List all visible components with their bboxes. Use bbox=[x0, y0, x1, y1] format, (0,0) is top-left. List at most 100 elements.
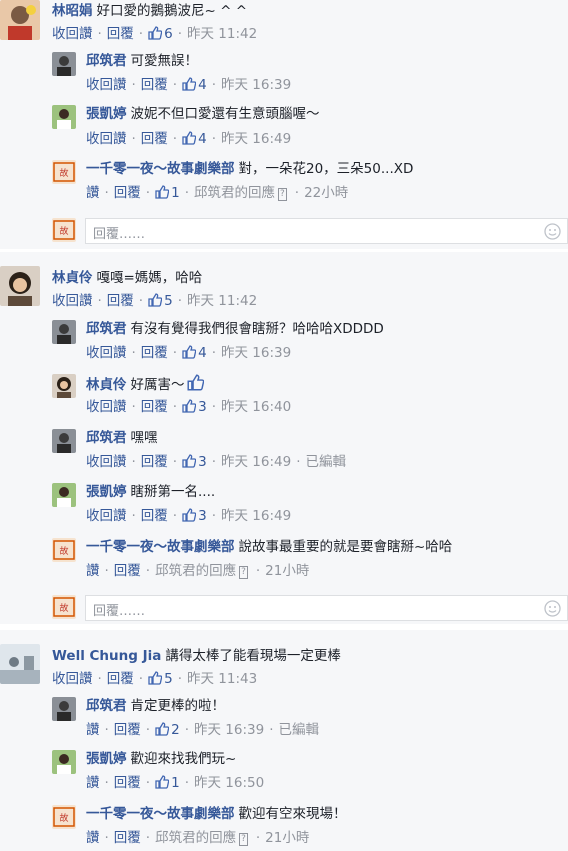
comment-author[interactable]: 林昭娟 bbox=[52, 3, 93, 19]
like-button[interactable]: 讚 bbox=[86, 722, 100, 738]
unlike-button[interactable]: 收回讚 bbox=[52, 26, 93, 42]
avatar[interactable] bbox=[52, 52, 76, 76]
help-icon[interactable]: ? bbox=[277, 188, 287, 201]
reply-author[interactable]: 邱筑君 bbox=[86, 321, 127, 337]
timestamp[interactable]: 昨天 16:39 bbox=[221, 345, 291, 361]
reply-text: 嘿嘿 bbox=[130, 430, 158, 446]
edited-label[interactable]: 已編輯 bbox=[278, 722, 319, 738]
page-avatar[interactable]: 故 bbox=[52, 805, 76, 829]
avatar[interactable] bbox=[52, 374, 76, 398]
timestamp[interactable]: 昨天 16:50 bbox=[194, 775, 264, 791]
reply-to-link[interactable]: 邱筑君的回應 bbox=[194, 185, 275, 201]
comment-author[interactable]: Well Chung Jia bbox=[52, 648, 161, 664]
reply-button[interactable]: 回覆 bbox=[114, 722, 141, 738]
reply-author[interactable]: 張凱婷 bbox=[86, 751, 127, 767]
timestamp[interactable]: 21小時 bbox=[265, 830, 309, 846]
reply-placeholder: 回覆…… bbox=[93, 227, 146, 242]
page-avatar[interactable]: 故 bbox=[52, 538, 76, 562]
like-count[interactable]: 3 bbox=[182, 399, 207, 415]
unlike-button[interactable]: 收回讚 bbox=[52, 671, 93, 687]
svg-text:故: 故 bbox=[59, 812, 68, 824]
avatar[interactable] bbox=[52, 105, 76, 129]
avatar[interactable] bbox=[0, 266, 40, 306]
avatar[interactable] bbox=[0, 0, 40, 40]
reply-button[interactable]: 回覆 bbox=[107, 26, 134, 42]
unlike-button[interactable]: 收回讚 bbox=[86, 345, 127, 361]
unlike-button[interactable]: 收回讚 bbox=[86, 131, 127, 147]
avatar[interactable] bbox=[52, 697, 76, 721]
reply-button[interactable]: 回覆 bbox=[114, 185, 141, 201]
like-count[interactable]: 5 bbox=[148, 293, 173, 309]
edited-label[interactable]: 已編輯 bbox=[305, 454, 346, 470]
reply-author[interactable]: 林貞伶 bbox=[86, 377, 127, 393]
reply-author[interactable]: 一千零一夜～故事劇樂部 bbox=[86, 539, 235, 555]
timestamp[interactable]: 昨天 11:42 bbox=[187, 26, 257, 42]
reply-button[interactable]: 回覆 bbox=[107, 671, 134, 687]
avatar[interactable] bbox=[52, 429, 76, 453]
like-button[interactable]: 讚 bbox=[86, 775, 100, 791]
timestamp[interactable]: 昨天 16:40 bbox=[221, 399, 291, 415]
like-count[interactable]: 1 bbox=[155, 775, 180, 791]
like-count[interactable]: 5 bbox=[148, 671, 173, 687]
reply-author[interactable]: 一千零一夜～故事劇樂部 bbox=[86, 806, 235, 822]
page-avatar[interactable]: 故 bbox=[52, 160, 76, 184]
smile-icon[interactable] bbox=[544, 223, 561, 240]
avatar[interactable] bbox=[52, 320, 76, 344]
reply-button[interactable]: 回覆 bbox=[114, 775, 141, 791]
like-count[interactable]: 4 bbox=[182, 77, 207, 93]
reply-button[interactable]: 回覆 bbox=[141, 131, 168, 147]
unlike-button[interactable]: 收回讚 bbox=[86, 454, 127, 470]
unlike-button[interactable]: 收回讚 bbox=[86, 399, 127, 415]
timestamp[interactable]: 昨天 16:49 bbox=[221, 508, 291, 524]
help-icon[interactable]: ? bbox=[239, 566, 248, 579]
avatar[interactable] bbox=[52, 483, 76, 507]
timestamp[interactable]: 昨天 16:49 bbox=[221, 131, 291, 147]
avatar[interactable] bbox=[52, 750, 76, 774]
reply-author[interactable]: 張凱婷 bbox=[86, 484, 127, 500]
reply-author[interactable]: 邱筑君 bbox=[86, 53, 127, 69]
reply-button[interactable]: 回覆 bbox=[114, 563, 141, 579]
reply-input[interactable]: 回覆…… bbox=[85, 595, 568, 621]
like-count[interactable]: 4 bbox=[182, 131, 207, 147]
reply-button[interactable]: 回覆 bbox=[141, 345, 168, 361]
reply-input[interactable]: 回覆…… bbox=[85, 218, 568, 244]
like-button[interactable]: 讚 bbox=[86, 185, 100, 201]
like-count[interactable]: 4 bbox=[182, 345, 207, 361]
timestamp[interactable]: 昨天 16:39 bbox=[194, 722, 264, 738]
reply-button[interactable]: 回覆 bbox=[141, 77, 168, 93]
timestamp[interactable]: 22小時 bbox=[304, 185, 348, 201]
reply-author[interactable]: 一千零一夜～故事劇樂部 bbox=[86, 161, 235, 177]
avatar[interactable] bbox=[0, 644, 40, 684]
reply-button[interactable]: 回覆 bbox=[107, 293, 134, 309]
unlike-button[interactable]: 收回讚 bbox=[86, 508, 127, 524]
like-count[interactable]: 3 bbox=[182, 454, 207, 470]
page-avatar: 故 bbox=[52, 218, 76, 242]
like-count[interactable]: 2 bbox=[155, 722, 180, 738]
reply-button[interactable]: 回覆 bbox=[141, 399, 168, 415]
timestamp[interactable]: 21小時 bbox=[265, 563, 309, 579]
reply-author[interactable]: 張凱婷 bbox=[86, 106, 127, 122]
timestamp[interactable]: 昨天 16:39 bbox=[221, 77, 291, 93]
like-button[interactable]: 讚 bbox=[86, 830, 100, 846]
like-count[interactable]: 1 bbox=[155, 185, 180, 201]
unlike-button[interactable]: 收回讚 bbox=[52, 293, 93, 309]
smile-icon[interactable] bbox=[544, 600, 561, 617]
unlike-button[interactable]: 收回讚 bbox=[86, 77, 127, 93]
reply-button[interactable]: 回覆 bbox=[114, 830, 141, 846]
timestamp[interactable]: 昨天 11:42 bbox=[187, 293, 257, 309]
like-button[interactable]: 讚 bbox=[86, 563, 100, 579]
reply-author[interactable]: 邱筑君 bbox=[86, 698, 127, 714]
comment-author[interactable]: 林貞伶 bbox=[52, 270, 93, 286]
help-icon[interactable]: ? bbox=[239, 833, 248, 846]
reply-button[interactable]: 回覆 bbox=[141, 454, 168, 470]
reply-button[interactable]: 回覆 bbox=[141, 508, 168, 524]
svg-text:故: 故 bbox=[59, 167, 68, 179]
like-count[interactable]: 3 bbox=[182, 508, 207, 524]
timestamp[interactable]: 昨天 11:43 bbox=[187, 671, 257, 687]
timestamp[interactable]: 昨天 16:49 bbox=[221, 454, 291, 470]
thumbs-up-icon bbox=[148, 671, 163, 685]
like-count[interactable]: 6 bbox=[148, 26, 173, 42]
reply-to-link[interactable]: 邱筑君的回應 bbox=[155, 563, 236, 579]
reply-author[interactable]: 邱筑君 bbox=[86, 430, 127, 446]
reply-to-link[interactable]: 邱筑君的回應 bbox=[155, 830, 236, 846]
